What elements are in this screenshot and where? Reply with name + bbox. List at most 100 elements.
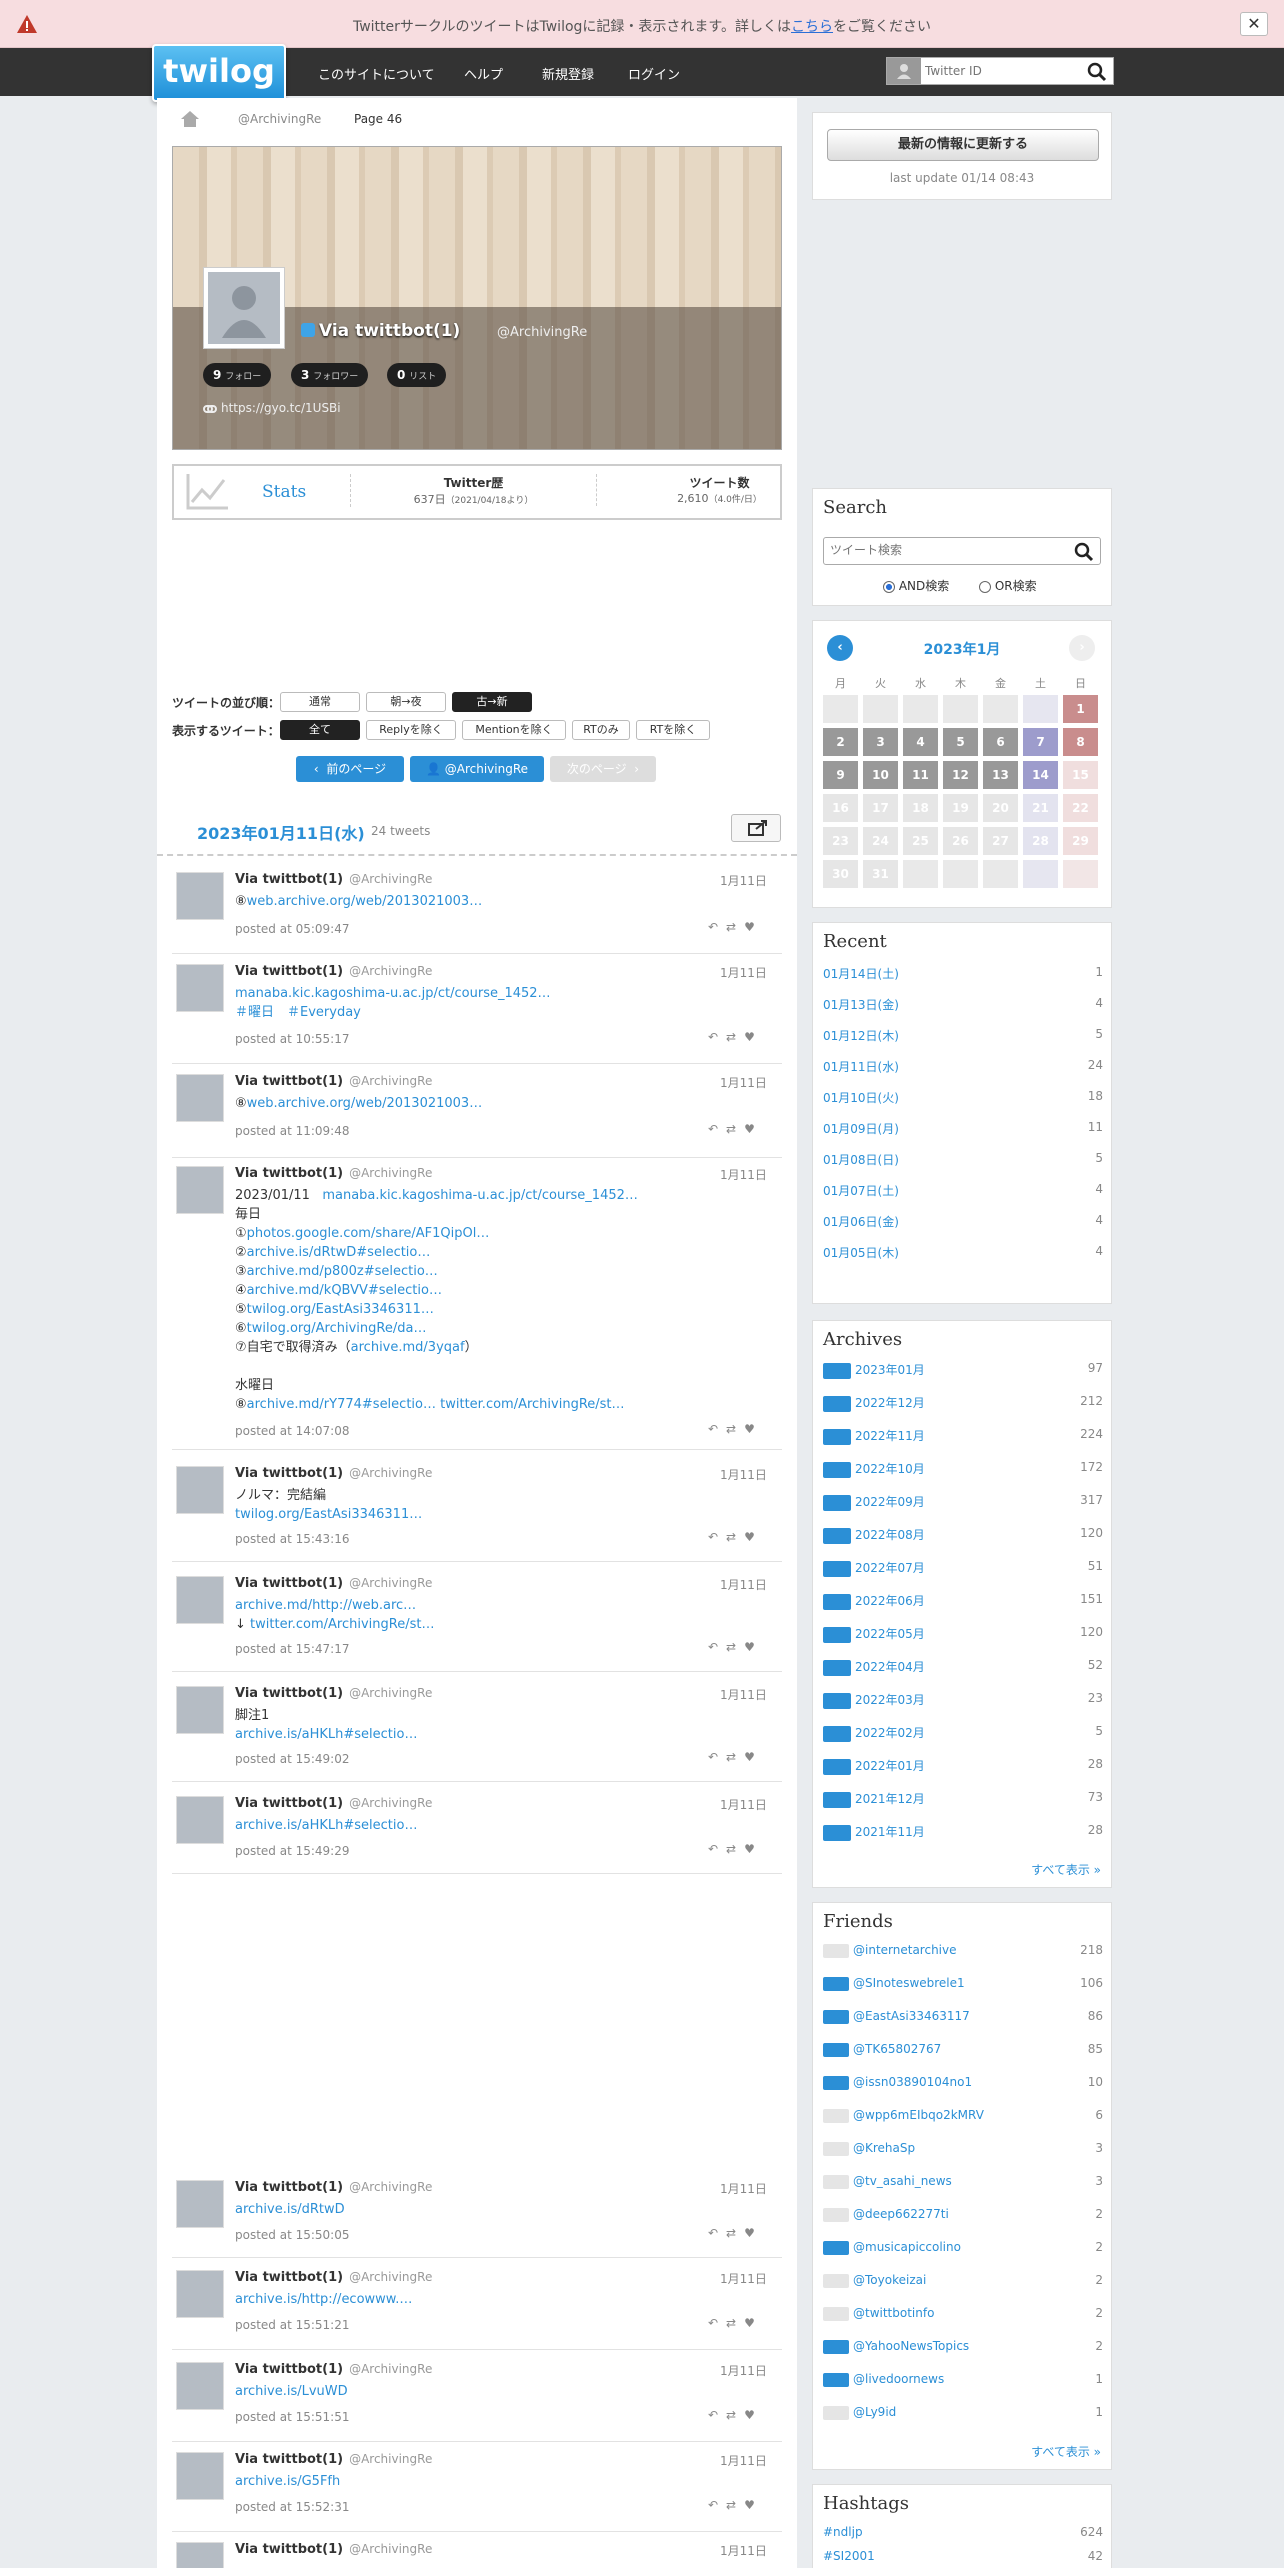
tweet-avatar[interactable] bbox=[176, 1166, 224, 1214]
friend-item[interactable]: @livedoornews 1 bbox=[823, 2372, 1103, 2387]
recent-item[interactable]: 01月09日(月) 11 bbox=[823, 1120, 1103, 1137]
or-search-radio[interactable]: OR検索 bbox=[979, 577, 1037, 594]
show-no-mention[interactable]: Mentionを除く bbox=[462, 720, 566, 740]
tweet-date[interactable]: 1月11日 bbox=[720, 2270, 767, 2287]
tweet-avatar[interactable] bbox=[176, 2270, 224, 2318]
friend-label[interactable]: @KrehaSp bbox=[853, 2141, 915, 2155]
tweet-link[interactable]: archive.md/kQBVV#selectio… bbox=[247, 1283, 442, 1298]
archive-item[interactable]: 2022年03月 23 bbox=[823, 1691, 1103, 1709]
archive-item[interactable]: 2023年01月 97 bbox=[823, 1361, 1103, 1379]
tweet-link[interactable]: manaba.kic.kagoshima-u.ac.jp/ct/course_1… bbox=[235, 986, 551, 1001]
friend-label[interactable]: @Toyokeizai bbox=[853, 2273, 926, 2287]
recent-label[interactable]: 01月05日(木) bbox=[823, 1246, 899, 1260]
archive-item[interactable]: 2022年10月 172 bbox=[823, 1460, 1103, 1478]
tweet-time[interactable]: posted at 15:52:31 bbox=[235, 2500, 350, 2514]
tweet-actions[interactable]: ↶⇄♥ bbox=[708, 1842, 763, 1856]
friend-label[interactable]: @Ly9id bbox=[853, 2405, 896, 2419]
archive-item[interactable]: 2022年11月 224 bbox=[823, 1427, 1103, 1445]
tweet-link[interactable]: archive.md/http://web.arc… bbox=[235, 1598, 416, 1613]
friend-item[interactable]: @musicapiccolino 2 bbox=[823, 2240, 1103, 2255]
recent-label[interactable]: 01月10日(火) bbox=[823, 1091, 899, 1105]
archive-item[interactable]: 2022年05月 120 bbox=[823, 1625, 1103, 1643]
calendar-day[interactable]: 9 bbox=[823, 761, 858, 789]
recent-item[interactable]: 01月06日(金) 4 bbox=[823, 1213, 1103, 1230]
friend-label[interactable]: @SInoteswebrele1 bbox=[853, 1976, 965, 1990]
tweet-link[interactable]: archive.is/dRtwD#selectio… bbox=[247, 1245, 431, 1260]
friend-item[interactable]: @EastAsi33463117 86 bbox=[823, 2009, 1103, 2024]
prev-page-button[interactable]: ‹ 前のページ bbox=[296, 756, 404, 782]
tweet-avatar[interactable] bbox=[176, 1466, 224, 1514]
calendar-day[interactable]: 2 bbox=[823, 728, 858, 756]
tweet-actions[interactable]: ↶⇄♥ bbox=[708, 2408, 763, 2422]
archive-item[interactable]: 2022年07月 51 bbox=[823, 1559, 1103, 1577]
tweet-time[interactable]: posted at 15:47:17 bbox=[235, 1642, 350, 1656]
recent-item[interactable]: 01月13日(金) 4 bbox=[823, 996, 1103, 1013]
archive-label[interactable]: 2022年09月 bbox=[855, 1495, 925, 1509]
friend-label[interactable]: @deep662277ti bbox=[853, 2207, 949, 2221]
hashtag-label[interactable]: #SI2001 bbox=[823, 2549, 875, 2563]
tweet-link[interactable]: twilog.org/EastAsi3346311… bbox=[247, 1302, 434, 1317]
recent-item[interactable]: 01月11日(水) 24 bbox=[823, 1058, 1103, 1075]
friend-item[interactable]: @TK65802767 85 bbox=[823, 2042, 1103, 2057]
recent-item[interactable]: 01月14日(土) 1 bbox=[823, 965, 1103, 982]
tweet-hashtag[interactable]: ＃曜日 ＃Everyday bbox=[235, 1005, 361, 1020]
recent-item[interactable]: 01月12日(木) 5 bbox=[823, 1027, 1103, 1044]
tweet-time[interactable]: posted at 15:43:16 bbox=[235, 1532, 350, 1546]
recent-label[interactable]: 01月11日(水) bbox=[823, 1060, 899, 1074]
archive-label[interactable]: 2022年04月 bbox=[855, 1660, 925, 1674]
tweet-avatar[interactable] bbox=[176, 2362, 224, 2410]
archive-label[interactable]: 2022年05月 bbox=[855, 1627, 925, 1641]
tweet-time[interactable]: posted at 15:50:05 bbox=[235, 2228, 350, 2242]
recent-label[interactable]: 01月14日(土) bbox=[823, 967, 899, 981]
tweet-time[interactable]: posted at 10:55:17 bbox=[235, 1032, 350, 1046]
friend-item[interactable]: @KrehaSp 3 bbox=[823, 2141, 1103, 2156]
archive-item[interactable]: 2021年11月 28 bbox=[823, 1823, 1103, 1841]
tweet-time[interactable]: posted at 15:51:21 bbox=[235, 2318, 350, 2332]
archive-label[interactable]: 2022年06月 bbox=[855, 1594, 925, 1608]
nav-about[interactable]: このサイトについて bbox=[318, 64, 435, 83]
show-all[interactable]: 全て bbox=[280, 720, 360, 740]
tweet-link[interactable]: twitter.com/ArchivingRe/st… bbox=[250, 1617, 434, 1632]
tweet-date[interactable]: 1月11日 bbox=[720, 964, 767, 981]
friend-label[interactable]: @internetarchive bbox=[853, 1943, 957, 1957]
order-normal[interactable]: 通常 bbox=[280, 692, 360, 712]
friend-label[interactable]: @issn03890104no1 bbox=[853, 2075, 972, 2089]
tweet-date[interactable]: 1月11日 bbox=[720, 872, 767, 889]
tweet-link[interactable]: web.archive.org/web/2013021003… bbox=[247, 894, 483, 909]
tweet-avatar[interactable] bbox=[176, 2180, 224, 2228]
tweet-date[interactable]: 1月11日 bbox=[720, 1466, 767, 1483]
tweet-avatar[interactable] bbox=[176, 964, 224, 1012]
tweet-actions[interactable]: ↶⇄♥ bbox=[708, 1750, 763, 1764]
friend-label[interactable]: @EastAsi33463117 bbox=[853, 2009, 970, 2023]
archive-item[interactable]: 2022年01月 28 bbox=[823, 1757, 1103, 1775]
tweet-link[interactable]: archive.is/http://ecowww.… bbox=[235, 2292, 412, 2307]
calendar-day[interactable]: 11 bbox=[903, 761, 938, 789]
tweet-avatar[interactable] bbox=[176, 2542, 224, 2568]
archive-label[interactable]: 2022年07月 bbox=[855, 1561, 925, 1575]
search-icon[interactable] bbox=[1087, 62, 1107, 82]
hashtag-item[interactable]: #ndljp 624 bbox=[823, 2525, 1103, 2539]
tweet-avatar[interactable] bbox=[176, 872, 224, 920]
tweet-link[interactable]: archive.is/dRtwD bbox=[235, 2202, 345, 2217]
archive-label[interactable]: 2022年08月 bbox=[855, 1528, 925, 1542]
recent-item[interactable]: 01月05日(木) 4 bbox=[823, 1244, 1103, 1261]
recent-label[interactable]: 01月07日(土) bbox=[823, 1184, 899, 1198]
calendar-day[interactable]: 14 bbox=[1023, 761, 1058, 789]
tweet-link[interactable]: archive.is/aHKLh#selectio… bbox=[235, 1818, 417, 1833]
tweet-date[interactable]: 1月11日 bbox=[720, 2362, 767, 2379]
hashtag-item[interactable]: #SI2001 42 bbox=[823, 2549, 1103, 2563]
friend-item[interactable]: @SInoteswebrele1 106 bbox=[823, 1976, 1103, 1991]
tweet-actions[interactable]: ↶⇄♥ bbox=[708, 1640, 763, 1654]
archive-item[interactable]: 2022年08月 120 bbox=[823, 1526, 1103, 1544]
recent-label[interactable]: 01月13日(金) bbox=[823, 998, 899, 1012]
recent-item[interactable]: 01月07日(土) 4 bbox=[823, 1182, 1103, 1199]
notice-link[interactable]: こちら bbox=[791, 19, 833, 35]
user-page-button[interactable]: 👤 @ArchivingRe bbox=[410, 756, 544, 782]
friend-label[interactable]: @musicapiccolino bbox=[853, 2240, 961, 2254]
follow-count[interactable]: 9 フォロー bbox=[203, 363, 272, 387]
show-no-reply[interactable]: Replyを除く bbox=[366, 720, 456, 740]
twitter-id-input[interactable] bbox=[925, 62, 1075, 80]
tweet-actions[interactable]: ↶⇄♥ bbox=[708, 1122, 763, 1136]
tweet-actions[interactable]: ↶⇄♥ bbox=[708, 920, 763, 934]
day-date[interactable]: 2023年01月11日(水) bbox=[197, 820, 365, 844]
